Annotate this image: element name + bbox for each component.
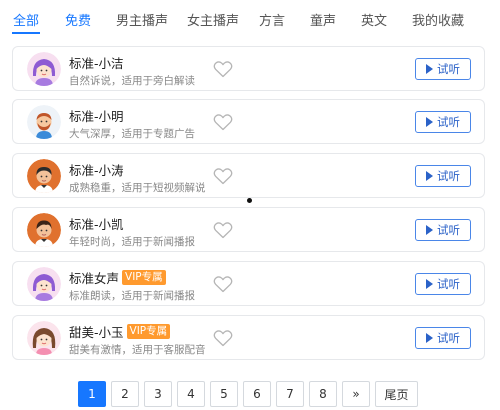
play-icon <box>426 117 433 127</box>
play-icon <box>426 64 433 74</box>
voice-card: 标准-小明 大气深厚，适用于专题广告 试听 <box>12 99 485 144</box>
voice-description: 成熟稳重，适用于短视频解说 <box>69 182 206 194</box>
play-icon <box>426 225 433 235</box>
girl-brown-avatar <box>27 321 61 355</box>
voice-name: 标准-小明 <box>69 108 124 124</box>
tab-all[interactable]: 全部 <box>13 10 39 29</box>
voice-name: 标准-小洁 <box>69 55 124 71</box>
tab-favorites[interactable]: 我的收藏 <box>412 10 464 29</box>
voice-card: 标准-小凯 年轻时尚，适用于新闻播报 试听 <box>12 207 485 252</box>
page-button-7[interactable]: 7 <box>276 381 304 407</box>
category-tabs: 全部 免费 男主播声 女主播声 方言 童声 英文 我的收藏 <box>0 0 500 38</box>
heart-icon[interactable] <box>213 113 233 131</box>
play-icon <box>426 279 433 289</box>
page-button-5[interactable]: 5 <box>210 381 238 407</box>
voice-name: 标准女声 <box>69 270 120 286</box>
listen-button[interactable]: 试听 <box>415 165 471 187</box>
active-tab-indicator <box>12 32 40 34</box>
heart-icon[interactable] <box>213 60 233 78</box>
play-icon <box>426 171 433 181</box>
voice-description: 标准朗读，适用于新闻播报 <box>69 290 195 302</box>
listen-button[interactable]: 试听 <box>415 219 471 241</box>
page-button-8[interactable]: 8 <box>309 381 337 407</box>
tab-dialect[interactable]: 方言 <box>259 10 285 29</box>
listen-button[interactable]: 试听 <box>415 58 471 80</box>
voice-card: 标准-小洁 自然诉说，适用于旁白解读 试听 <box>12 46 485 91</box>
vip-badge: VIP专属 <box>122 269 166 285</box>
girl-purple-avatar <box>27 267 61 301</box>
listen-button-label: 试听 <box>437 331 460 345</box>
voice-card: 标准-小涛 成熟稳重，适用于短视频解说 试听 <box>12 153 485 198</box>
heart-icon[interactable] <box>213 221 233 239</box>
vip-badge: VIP专属 <box>126 323 171 339</box>
listen-button-label: 试听 <box>437 169 460 183</box>
page-button-6[interactable]: 6 <box>243 381 271 407</box>
man-dark-avatar <box>27 159 61 193</box>
voice-card: 甜美-小玉 VIP专属 甜美有激情，适用于客服配音 试听 <box>12 315 485 360</box>
last-page-button[interactable]: 尾页 <box>375 381 418 407</box>
cursor-dot <box>247 198 252 203</box>
heart-icon[interactable] <box>213 167 233 185</box>
listen-button-label: 试听 <box>437 62 460 76</box>
girl-purple-avatar <box>27 52 61 86</box>
voice-description: 自然诉说，适用于旁白解读 <box>69 75 195 87</box>
man-beard-avatar <box>27 105 61 139</box>
tab-free[interactable]: 免费 <box>65 10 91 29</box>
voice-name: 甜美-小玉 <box>69 324 124 340</box>
tab-female-voice[interactable]: 女主播声 <box>187 10 239 29</box>
listen-button[interactable]: 试听 <box>415 273 471 295</box>
listen-button[interactable]: 试听 <box>415 327 471 349</box>
tab-male-voice[interactable]: 男主播声 <box>116 10 168 29</box>
voice-description: 甜美有激情，适用于客服配音 <box>69 344 206 356</box>
page-button-1[interactable]: 1 <box>78 381 106 407</box>
voice-name: 标准-小凯 <box>69 216 124 232</box>
voice-description: 大气深厚，适用于专题广告 <box>69 128 195 140</box>
play-icon <box>426 333 433 343</box>
page-button-4[interactable]: 4 <box>177 381 205 407</box>
listen-button-label: 试听 <box>437 277 460 291</box>
voice-description: 年轻时尚，适用于新闻播报 <box>69 236 195 248</box>
listen-button-label: 试听 <box>437 223 460 237</box>
page-button-3[interactable]: 3 <box>144 381 172 407</box>
man-young-avatar <box>27 213 61 247</box>
tab-child-voice[interactable]: 童声 <box>310 10 336 29</box>
heart-icon[interactable] <box>213 329 233 347</box>
listen-button[interactable]: 试听 <box>415 111 471 133</box>
heart-icon[interactable] <box>213 275 233 293</box>
listen-button-label: 试听 <box>437 115 460 129</box>
voice-card: 标准女声 VIP专属 标准朗读，适用于新闻播报 试听 <box>12 261 485 306</box>
tab-english[interactable]: 英文 <box>361 10 387 29</box>
next-page-button[interactable]: » <box>342 381 370 407</box>
voice-name: 标准-小涛 <box>69 162 124 178</box>
page-button-2[interactable]: 2 <box>111 381 139 407</box>
